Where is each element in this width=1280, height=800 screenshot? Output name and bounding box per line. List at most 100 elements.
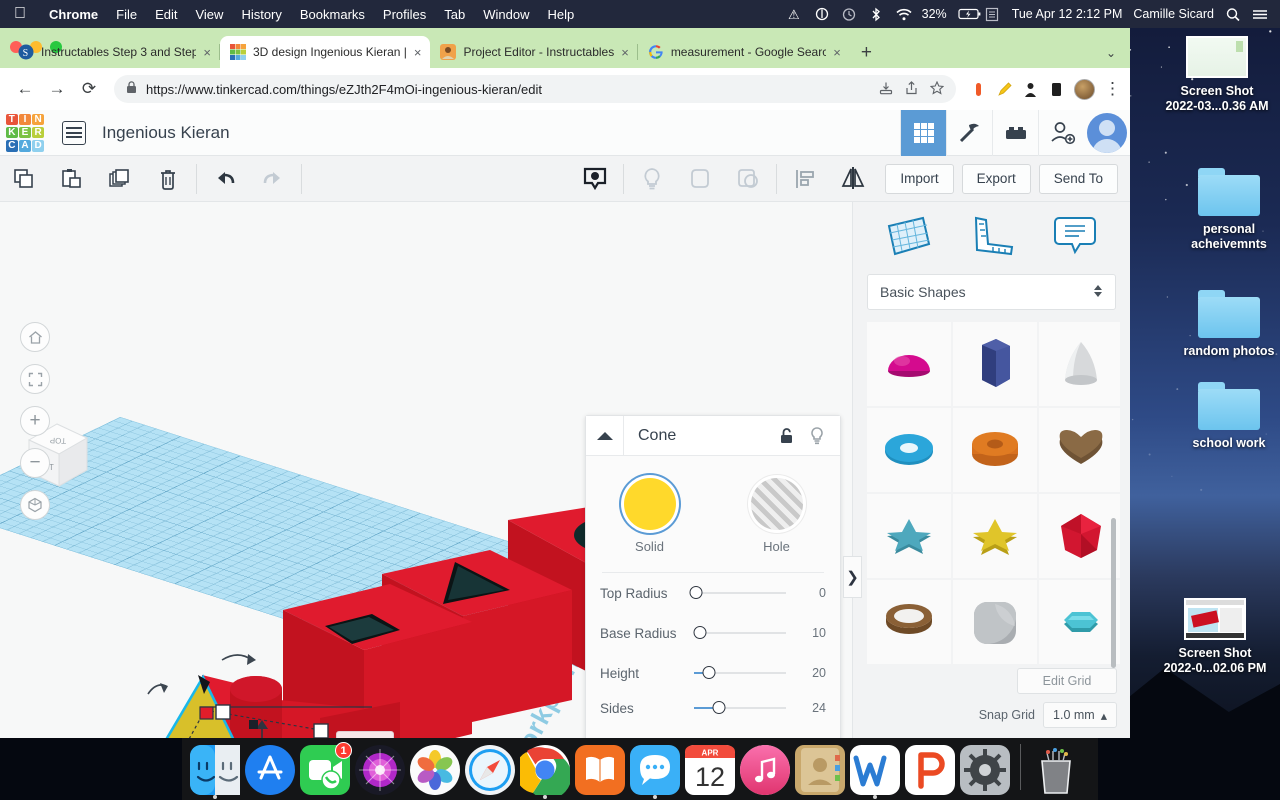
home-view-icon[interactable] [20, 322, 50, 352]
add-person-icon[interactable] [1038, 110, 1084, 156]
apple-icon[interactable]:  [0, 6, 40, 22]
note-icon[interactable] [1051, 214, 1099, 263]
shape-item-ring[interactable] [867, 580, 951, 664]
menu-item-help[interactable]: Help [539, 7, 584, 22]
slider-value[interactable]: 24 [792, 701, 826, 715]
finder-icon[interactable] [190, 745, 240, 795]
minecraft-pickaxe-icon[interactable] [946, 110, 992, 156]
send-to-button[interactable]: Send To [1039, 164, 1118, 194]
duplicate-icon[interactable] [96, 156, 144, 202]
ruler-icon[interactable] [968, 214, 1016, 263]
delete-icon[interactable] [144, 156, 192, 202]
menu-app-name[interactable]: Chrome [40, 7, 107, 22]
chrome-icon[interactable] [520, 745, 570, 795]
menu-item-profiles[interactable]: Profiles [374, 7, 435, 22]
avatar[interactable] [1084, 110, 1130, 156]
snap-grid-dropdown[interactable]: 1.0 mm ▴ [1043, 702, 1117, 728]
install-icon[interactable] [879, 81, 893, 98]
books-icon[interactable] [575, 745, 625, 795]
shape-category-dropdown[interactable]: Basic Shapes [867, 274, 1116, 310]
lego-blocks-icon[interactable] [992, 110, 1038, 156]
bookmark-star-icon[interactable] [930, 81, 944, 98]
shape-item-cone[interactable] [1039, 322, 1120, 406]
slider-value[interactable]: 20 [792, 666, 826, 680]
hole-option[interactable]: Hole [713, 478, 840, 554]
hole-swatch[interactable] [751, 478, 803, 530]
undo-icon[interactable] [201, 156, 249, 202]
solid-swatch[interactable] [624, 478, 676, 530]
powerpoint-icon[interactable] [905, 745, 955, 795]
contacts-icon[interactable] [795, 745, 845, 795]
ungroup-icon[interactable] [724, 156, 772, 202]
group-icon[interactable] [676, 156, 724, 202]
chrome-menu-button[interactable]: ⋮ [1104, 79, 1120, 99]
profile-avatar[interactable] [1074, 79, 1095, 100]
top-radius-slider[interactable] [694, 586, 786, 600]
menu-item-tab[interactable]: Tab [435, 7, 474, 22]
bluetooth-icon[interactable] [868, 7, 884, 22]
fit-view-icon[interactable] [20, 364, 50, 394]
wifi-icon[interactable] [895, 7, 911, 22]
tab-close-button[interactable]: × [203, 46, 211, 59]
shape-item-heart[interactable] [1039, 408, 1120, 492]
lightbulb-icon[interactable] [802, 426, 832, 446]
slider-value[interactable]: 0 [792, 586, 826, 600]
mirror-icon[interactable] [829, 156, 877, 202]
screenshot-icon[interactable] [985, 7, 1001, 22]
solid-option[interactable]: Solid [586, 478, 713, 554]
solid-hole-icon[interactable] [571, 156, 619, 202]
ortho-perspective-icon[interactable] [20, 490, 50, 520]
back-button[interactable]: ← [10, 79, 40, 99]
menu-item-edit[interactable]: Edit [146, 7, 186, 22]
reload-button[interactable]: ⟳ [74, 79, 104, 99]
zoom-in-icon[interactable]: + [20, 406, 50, 436]
menu-datetime[interactable]: Tue Apr 12 2:12 PM [1012, 7, 1123, 21]
zoom-out-icon[interactable]: − [20, 448, 50, 478]
photos-icon[interactable] [410, 745, 460, 795]
menu-username[interactable]: Camille Sicard [1133, 7, 1214, 21]
base-radius-slider[interactable] [694, 626, 786, 640]
new-tab-button[interactable]: + [850, 42, 883, 68]
timemachine-icon[interactable] [841, 7, 857, 22]
list-menu-icon[interactable] [62, 121, 86, 145]
edit-grid-button[interactable]: Edit Grid [1017, 668, 1117, 694]
browser-tab-1[interactable]: S Instructables Step 3 and Step × [8, 36, 220, 68]
tab-close-button[interactable]: × [414, 46, 422, 59]
extension-orange-icon[interactable] [970, 81, 987, 98]
tab-close-button[interactable]: × [621, 46, 629, 59]
shape-item-star-teal[interactable] [867, 494, 951, 578]
copy-icon[interactable] [0, 156, 48, 202]
share-icon[interactable] [905, 81, 918, 98]
menu-item-file[interactable]: File [107, 7, 146, 22]
shape-grid-scrollbar[interactable] [1111, 518, 1116, 668]
facetime-icon[interactable]: 1 [300, 745, 350, 795]
extension-square-icon[interactable] [1048, 81, 1065, 98]
word-icon[interactable] [850, 745, 900, 795]
menu-item-view[interactable]: View [186, 7, 232, 22]
collapse-up-icon[interactable] [586, 416, 624, 456]
address-bar[interactable]: https://www.tinkercad.com/things/eZJth2F… [114, 75, 956, 103]
shape-item-tube[interactable] [953, 408, 1037, 492]
shape-item-torus[interactable] [867, 408, 951, 492]
light-icon[interactable] [628, 156, 676, 202]
control-center-icon[interactable] [1252, 7, 1268, 22]
browser-tab-4[interactable]: measurement - Google Searc × [638, 36, 850, 68]
import-button[interactable]: Import [885, 164, 953, 194]
desktop-icon-screenshot-2[interactable]: Screen Shot 2022-0...02.06 PM [1140, 598, 1280, 676]
forward-button[interactable]: → [42, 79, 72, 99]
extension-pencil-icon[interactable] [996, 81, 1013, 98]
desktop-icon-folder-personal[interactable]: personal acheivemnts [1154, 168, 1280, 252]
shape-item-polyhedron[interactable] [1039, 494, 1120, 578]
battery-charging-icon[interactable] [958, 7, 974, 22]
grid-apps-icon[interactable] [900, 110, 946, 156]
shape-item-gem[interactable] [1039, 580, 1120, 664]
siri-icon[interactable] [355, 745, 405, 795]
browser-tab-3[interactable]: Project Editor - Instructables × [430, 36, 637, 68]
search-icon[interactable] [1225, 7, 1241, 22]
sides-slider[interactable] [694, 701, 786, 715]
panel-collapse-button[interactable]: ❯ [843, 556, 862, 598]
airdrop-icon[interactable] [814, 7, 830, 22]
align-icon[interactable] [781, 156, 829, 202]
menu-item-bookmarks[interactable]: Bookmarks [291, 7, 374, 22]
trash-icon[interactable] [1031, 745, 1081, 795]
